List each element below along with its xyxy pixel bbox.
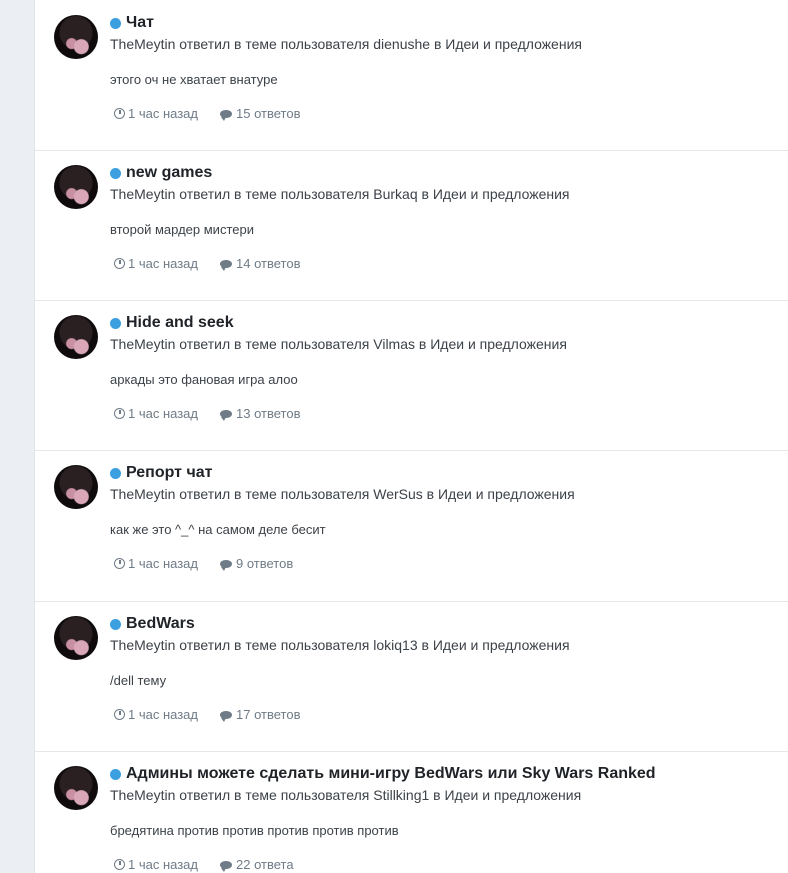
avatar[interactable] <box>54 465 98 509</box>
activity-item: Админы можете сделать мини-игру BedWars … <box>35 751 788 873</box>
item-stats: 1 час назад 13 ответов <box>114 406 322 421</box>
activity-item: BedWars TheMeytin ответил в теме пользов… <box>35 601 788 752</box>
activity-meta: TheMeytin ответил в теме пользователя di… <box>110 36 582 52</box>
topic-title[interactable]: Чат <box>110 14 154 32</box>
time-text[interactable]: 1 час назад <box>128 106 198 121</box>
post-excerpt: как же это ^_^ на самом деле бесит <box>110 522 326 537</box>
avatar[interactable] <box>54 165 98 209</box>
time-stat[interactable]: 1 час назад <box>114 707 198 722</box>
replies-text[interactable]: 9 ответов <box>236 556 293 571</box>
topic-title[interactable]: BedWars <box>110 615 195 633</box>
post-excerpt: аркады это фановая игра алоо <box>110 372 298 387</box>
replies-stat[interactable]: 15 ответов <box>220 106 300 121</box>
avatar[interactable] <box>54 766 98 810</box>
topic-title-text[interactable]: BedWars <box>126 615 195 633</box>
topic-title[interactable]: Админы можете сделать мини-игру BedWars … <box>110 765 656 783</box>
time-stat[interactable]: 1 час назад <box>114 406 198 421</box>
clock-icon <box>114 709 125 720</box>
time-text[interactable]: 1 час назад <box>128 556 198 571</box>
replies-text[interactable]: 22 ответа <box>236 857 294 872</box>
item-stats: 1 час назад 22 ответа <box>114 857 316 872</box>
activity-item: Hide and seek TheMeytin ответил в теме п… <box>35 300 788 451</box>
comment-icon <box>220 259 232 271</box>
topic-title[interactable]: new games <box>110 164 212 182</box>
comment-icon <box>220 860 232 872</box>
time-stat[interactable]: 1 час назад <box>114 256 198 271</box>
avatar[interactable] <box>54 616 98 660</box>
item-stats: 1 час назад 9 ответов <box>114 556 315 571</box>
avatar[interactable] <box>54 315 98 359</box>
item-stats: 1 час назад 14 ответов <box>114 256 322 271</box>
unread-dot-icon <box>110 768 121 780</box>
time-text[interactable]: 1 час назад <box>128 256 198 271</box>
comment-icon <box>220 710 232 722</box>
clock-icon <box>114 558 125 569</box>
unread-dot-icon <box>110 317 121 329</box>
replies-text[interactable]: 13 ответов <box>236 406 300 421</box>
item-stats: 1 час назад 17 ответов <box>114 707 322 722</box>
topic-title-text[interactable]: Hide and seek <box>126 314 234 332</box>
clock-icon <box>114 859 125 870</box>
post-excerpt: второй мардер мистери <box>110 222 254 237</box>
avatar[interactable] <box>54 15 98 59</box>
activity-meta: TheMeytin ответил в теме пользователя lo… <box>110 637 570 653</box>
time-text[interactable]: 1 час назад <box>128 406 198 421</box>
topic-title-text[interactable]: Админы можете сделать мини-игру BedWars … <box>126 765 656 783</box>
replies-stat[interactable]: 9 ответов <box>220 556 293 571</box>
post-excerpt: /dell тему <box>110 673 167 688</box>
clock-icon <box>114 108 125 119</box>
time-stat[interactable]: 1 час назад <box>114 106 198 121</box>
topic-title-text[interactable]: Репорт чат <box>126 464 212 482</box>
time-stat[interactable]: 1 час назад <box>114 556 198 571</box>
comment-icon <box>220 409 232 421</box>
time-stat[interactable]: 1 час назад <box>114 857 198 872</box>
clock-icon <box>114 258 125 269</box>
post-excerpt: этого оч не хватает внатуре <box>110 72 278 87</box>
replies-text[interactable]: 14 ответов <box>236 256 300 271</box>
activity-item: Репорт чат TheMeytin ответил в теме поль… <box>35 450 788 602</box>
time-text[interactable]: 1 час назад <box>128 707 198 722</box>
activity-stream: Чат TheMeytin ответил в теме пользовател… <box>34 0 788 873</box>
activity-item: Чат TheMeytin ответил в теме пользовател… <box>35 0 788 151</box>
replies-stat[interactable]: 13 ответов <box>220 406 300 421</box>
activity-meta: TheMeytin ответил в теме пользователя Bu… <box>110 186 570 202</box>
topic-title[interactable]: Репорт чат <box>110 464 212 482</box>
activity-meta: TheMeytin ответил в теме пользователя We… <box>110 486 575 502</box>
topic-title-text[interactable]: Чат <box>126 14 154 32</box>
topic-title[interactable]: Hide and seek <box>110 314 234 332</box>
unread-dot-icon <box>110 17 121 29</box>
post-excerpt: бредятина против против против против пр… <box>110 823 399 838</box>
unread-dot-icon <box>110 467 121 479</box>
comment-icon <box>220 559 232 571</box>
item-stats: 1 час назад 15 ответов <box>114 106 322 121</box>
replies-text[interactable]: 17 ответов <box>236 707 300 722</box>
activity-item: new games TheMeytin ответил в теме польз… <box>35 150 788 301</box>
replies-stat[interactable]: 14 ответов <box>220 256 300 271</box>
replies-stat[interactable]: 17 ответов <box>220 707 300 722</box>
comment-icon <box>220 109 232 121</box>
clock-icon <box>114 408 125 419</box>
activity-meta: TheMeytin ответил в теме пользователя Vi… <box>110 336 567 352</box>
unread-dot-icon <box>110 618 121 630</box>
topic-title-text[interactable]: new games <box>126 164 212 182</box>
unread-dot-icon <box>110 167 121 179</box>
activity-meta: TheMeytin ответил в теме пользователя St… <box>110 787 582 803</box>
replies-text[interactable]: 15 ответов <box>236 106 300 121</box>
time-text[interactable]: 1 час назад <box>128 857 198 872</box>
replies-stat[interactable]: 22 ответа <box>220 857 294 872</box>
